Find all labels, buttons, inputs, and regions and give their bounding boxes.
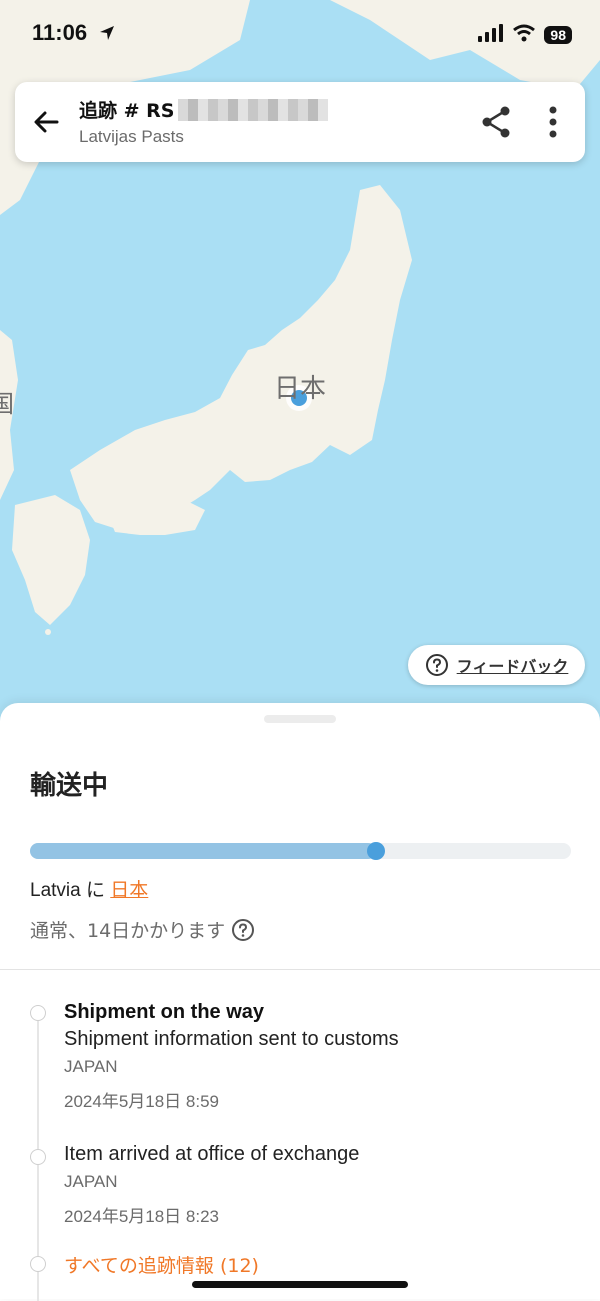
location-arrow-icon <box>98 24 116 46</box>
tracking-bottom-sheet: 輸送中 Latvia に 日本 通常、14日かかります Shipment on … <box>0 703 600 1301</box>
timeline-event: Shipment on the way Shipment information… <box>64 1001 399 1112</box>
home-indicator <box>192 1281 408 1288</box>
event-title: Shipment on the way <box>64 1001 265 1023</box>
timeline-event: Item arrived at office of exchange JAPAN… <box>64 1139 359 1227</box>
map-country-label: 日本 <box>274 374 327 404</box>
help-circle-icon[interactable] <box>231 918 255 942</box>
feedback-button[interactable]: フィードバック <box>408 645 585 685</box>
timeline-dot <box>30 1149 46 1165</box>
event-datetime: 2024年5月18日 8:23 <box>64 1207 219 1226</box>
event-location: JAPAN <box>64 1057 118 1076</box>
divider <box>0 969 600 970</box>
event-location: JAPAN <box>64 1172 118 1191</box>
route-destination-link[interactable]: 日本 <box>110 880 148 901</box>
event-datetime: 2024年5月18日 8:59 <box>64 1092 219 1111</box>
timeline-dot <box>30 1005 46 1021</box>
back-arrow-icon <box>34 111 59 133</box>
eta-text: 通常、14日かかります <box>30 920 226 942</box>
status-icons: 98 <box>478 24 572 46</box>
back-button[interactable] <box>31 106 63 138</box>
shipment-status-title: 輸送中 <box>30 771 109 801</box>
battery-indicator: 98 <box>544 26 572 44</box>
eta-row: 通常、14日かかります <box>30 916 255 943</box>
tracking-header-card: 追跡 # RS Latvijas Pasts <box>15 82 585 162</box>
wifi-icon <box>512 24 536 46</box>
progress-fill <box>30 843 376 859</box>
share-icon <box>482 106 510 138</box>
feedback-label: フィードバック <box>456 657 569 676</box>
tracking-number-prefix: 追跡 # RS <box>79 100 175 122</box>
signal-icon <box>478 24 504 46</box>
timeline-dot <box>30 1256 46 1272</box>
sheet-grabber[interactable] <box>264 715 336 723</box>
help-circle-icon <box>425 654 448 676</box>
progress-bar <box>30 842 571 860</box>
event-description: Shipment information sent to customs <box>64 1028 399 1050</box>
carrier-name: Latvijas Pasts <box>79 127 184 146</box>
status-bar: 11:06 98 <box>0 0 600 70</box>
route-origin: Latvia <box>30 880 81 901</box>
event-description: Item arrived at office of exchange <box>64 1143 360 1165</box>
progress-marker <box>367 842 385 860</box>
redacted-tracking-number <box>178 98 329 121</box>
route-connector: に <box>80 880 111 901</box>
more-options-button[interactable] <box>541 104 565 140</box>
map-partial-label: 国 <box>0 390 14 418</box>
share-button[interactable] <box>479 104 513 140</box>
tracking-title: 追跡 # RS <box>79 96 329 123</box>
route-text: Latvia に 日本 <box>30 875 148 902</box>
status-time: 11:06 <box>32 20 88 45</box>
more-vertical-icon <box>549 106 557 138</box>
all-tracking-info-link[interactable]: すべての追跡情報 (12) <box>64 1251 259 1278</box>
